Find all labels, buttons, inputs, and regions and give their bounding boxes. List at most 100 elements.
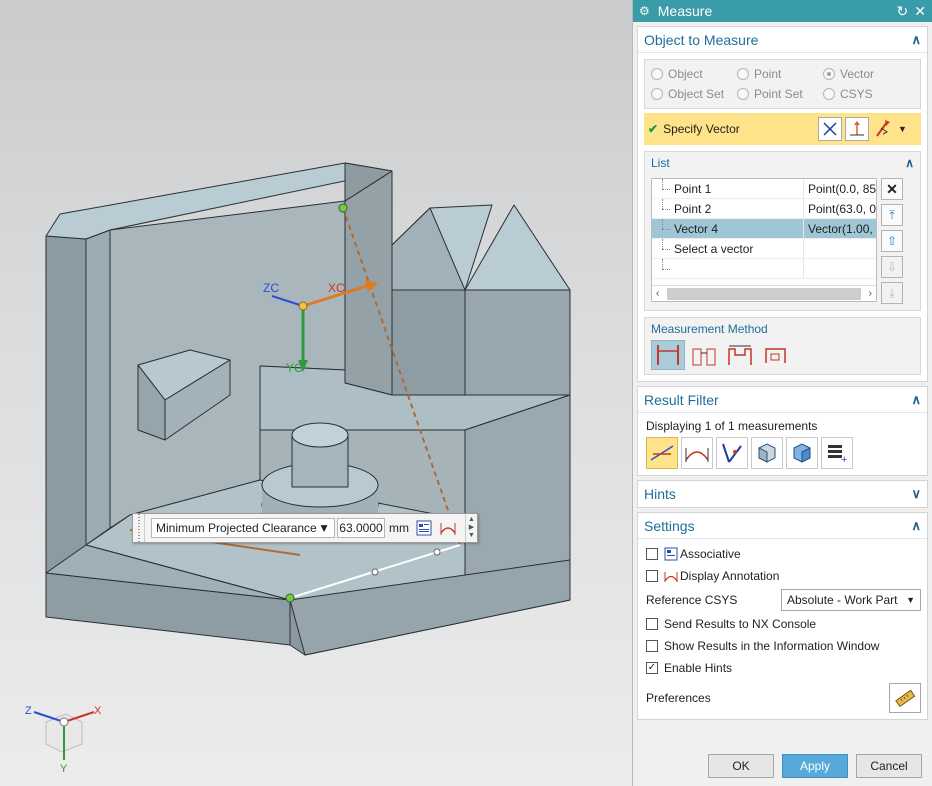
- remove-icon[interactable]: ✕: [881, 178, 903, 200]
- list-item-selected[interactable]: Vector 4 Vector(1.00, 0: [652, 219, 876, 239]
- chevron-up-icon[interactable]: ∧: [911, 32, 921, 48]
- radio-point[interactable]: Point: [737, 67, 823, 81]
- gear-icon[interactable]: ⚙: [639, 4, 650, 18]
- measurement-method-title: Measurement Method: [651, 322, 768, 336]
- filter-face-icon[interactable]: [751, 437, 783, 469]
- settings-section: Settings ∧ Associative Display Annotatio…: [637, 512, 928, 720]
- vector-inferred-icon[interactable]: ▼: [872, 115, 908, 143]
- measurement-value-field[interactable]: 63.0000: [337, 518, 385, 538]
- show-results-row[interactable]: Show Results in the Information Window: [638, 635, 927, 657]
- method-maximum-icon[interactable]: [723, 340, 757, 370]
- show-results-checkbox[interactable]: [646, 640, 658, 652]
- move-up-icon[interactable]: ⇧: [881, 230, 903, 252]
- list-title: List: [651, 156, 670, 170]
- scroll-left-icon[interactable]: ‹: [652, 288, 659, 299]
- vector-normal-icon[interactable]: [845, 117, 869, 141]
- enable-hints-row[interactable]: ✓ Enable Hints: [638, 657, 927, 679]
- dialog-titlebar[interactable]: ⚙ Measure ↻ ✕: [633, 0, 932, 22]
- radio-vector[interactable]: Vector: [823, 67, 909, 81]
- measurement-type-dropdown[interactable]: Minimum Projected Clearance ▼: [151, 518, 335, 538]
- filter-distance-icon[interactable]: [646, 437, 678, 469]
- section-title: Object to Measure: [644, 31, 759, 48]
- dropdown-arrow-icon: ▼: [906, 595, 915, 605]
- chevron-up-icon[interactable]: ∧: [911, 518, 921, 534]
- ok-button[interactable]: OK: [708, 754, 774, 778]
- preferences-button[interactable]: [889, 683, 921, 713]
- associative-checkbox[interactable]: [646, 548, 658, 560]
- hints-section: Hints ∨: [637, 480, 928, 508]
- section-title: Hints: [644, 486, 676, 502]
- list-horizontal-scrollbar[interactable]: ‹ ›: [652, 285, 876, 301]
- display-annotation-checkbox[interactable]: [646, 570, 658, 582]
- associative-label: Associative: [680, 547, 741, 561]
- filter-body-icon[interactable]: [786, 437, 818, 469]
- part-model[interactable]: ZC XC YC: [0, 0, 632, 786]
- annotation-icon: [664, 572, 678, 582]
- move-down-icon[interactable]: ⇩: [881, 256, 903, 278]
- vector-two-points-icon[interactable]: [818, 117, 842, 141]
- radio-object[interactable]: Object: [651, 67, 737, 81]
- chevron-up-icon[interactable]: ∧: [911, 392, 921, 408]
- list-item[interactable]: Select a vector: [652, 239, 876, 259]
- svg-text:+: +: [841, 454, 847, 464]
- list-item[interactable]: Point 2Point(63.0, 0.0: [652, 199, 876, 219]
- graphics-viewport[interactable]: ZC XC YC Minimum Projected Clearance ▼ 6…: [0, 0, 632, 786]
- filter-more-icon[interactable]: +: [821, 437, 853, 469]
- scrollbar-thumb[interactable]: [667, 287, 861, 300]
- result-count-text: Displaying 1 of 1 measurements: [646, 419, 818, 433]
- settings-header[interactable]: Settings ∧: [638, 513, 927, 539]
- reference-csys-value: Absolute - Work Part: [787, 593, 898, 607]
- object-to-measure-header[interactable]: Object to Measure ∧: [638, 27, 927, 53]
- chevron-down-icon[interactable]: ∨: [911, 486, 921, 502]
- apply-button[interactable]: Apply: [782, 754, 848, 778]
- specify-vector-row[interactable]: ✔ Specify Vector ▼: [644, 113, 921, 145]
- measurement-type-label: Minimum Projected Clearance: [156, 521, 317, 535]
- radio-csys[interactable]: CSYS: [823, 87, 909, 101]
- scroll-right-icon[interactable]: ›: [869, 288, 876, 299]
- view-triad[interactable]: X Y Z: [22, 700, 112, 780]
- wcs-xc-label: XC: [328, 281, 345, 295]
- associative-checkbox-row[interactable]: Associative: [638, 543, 927, 565]
- display-annotation-checkbox-row[interactable]: Display Annotation: [638, 565, 927, 587]
- popup-drag-handle[interactable]: [133, 514, 145, 542]
- reference-csys-row: Reference CSYS Absolute - Work Part ▼: [638, 587, 927, 613]
- chevron-down-icon[interactable]: ▼: [898, 124, 907, 134]
- filter-angle-icon[interactable]: [681, 437, 713, 469]
- close-icon[interactable]: ✕: [914, 3, 926, 20]
- specify-vector-label: Specify Vector: [663, 122, 740, 136]
- triad-x-label: X: [94, 705, 102, 717]
- dialog-title: Measure: [657, 3, 713, 19]
- method-minimum-icon[interactable]: [651, 340, 685, 370]
- list-group: List ∧ Point 1Point(0.0, 85.0 Point 2Poi…: [644, 151, 921, 311]
- reset-icon[interactable]: ↻: [897, 3, 909, 20]
- reference-csys-dropdown[interactable]: Absolute - Work Part ▼: [781, 589, 921, 611]
- measurement-method-group: Measurement Method: [644, 317, 921, 375]
- measurement-unit: mm: [389, 521, 409, 535]
- method-thickness-icon[interactable]: [687, 340, 721, 370]
- move-to-top-icon[interactable]: ⤒: [881, 204, 903, 226]
- list-header[interactable]: List ∧: [645, 152, 920, 174]
- hints-header[interactable]: Hints ∨: [638, 481, 927, 507]
- clearance-icon[interactable]: [439, 519, 457, 537]
- wcs-yc-label: YC: [286, 361, 303, 375]
- result-filter-header[interactable]: Result Filter ∧: [638, 387, 927, 413]
- ruler-icon: [895, 689, 916, 708]
- chevron-up-icon[interactable]: ∧: [905, 156, 914, 170]
- object-list[interactable]: Point 1Point(0.0, 85.0 Point 2Point(63.0…: [651, 178, 877, 302]
- object-to-measure-section: Object to Measure ∧ Object Point Vector …: [637, 26, 928, 382]
- information-window-icon[interactable]: [415, 519, 433, 537]
- cancel-button[interactable]: Cancel: [856, 754, 922, 778]
- radio-object-set[interactable]: Object Set: [651, 87, 737, 101]
- send-results-label: Send Results to NX Console: [664, 617, 817, 631]
- send-results-checkbox[interactable]: [646, 618, 658, 630]
- enable-hints-checkbox[interactable]: ✓: [646, 662, 658, 674]
- radio-point-set[interactable]: Point Set: [737, 87, 823, 101]
- move-to-bottom-icon[interactable]: ⤓: [881, 282, 903, 304]
- send-results-row[interactable]: Send Results to NX Console: [638, 613, 927, 635]
- filter-curve-icon[interactable]: [716, 437, 748, 469]
- method-projected-icon[interactable]: [759, 340, 793, 370]
- dialog-buttons: OK Apply Cancel: [708, 754, 922, 778]
- list-item[interactable]: Point 1Point(0.0, 85.0: [652, 179, 876, 199]
- measurement-popup[interactable]: Minimum Projected Clearance ▼ 63.0000 mm…: [132, 513, 478, 543]
- popup-expand-arrows[interactable]: ▲ ▶ ▼: [465, 514, 477, 542]
